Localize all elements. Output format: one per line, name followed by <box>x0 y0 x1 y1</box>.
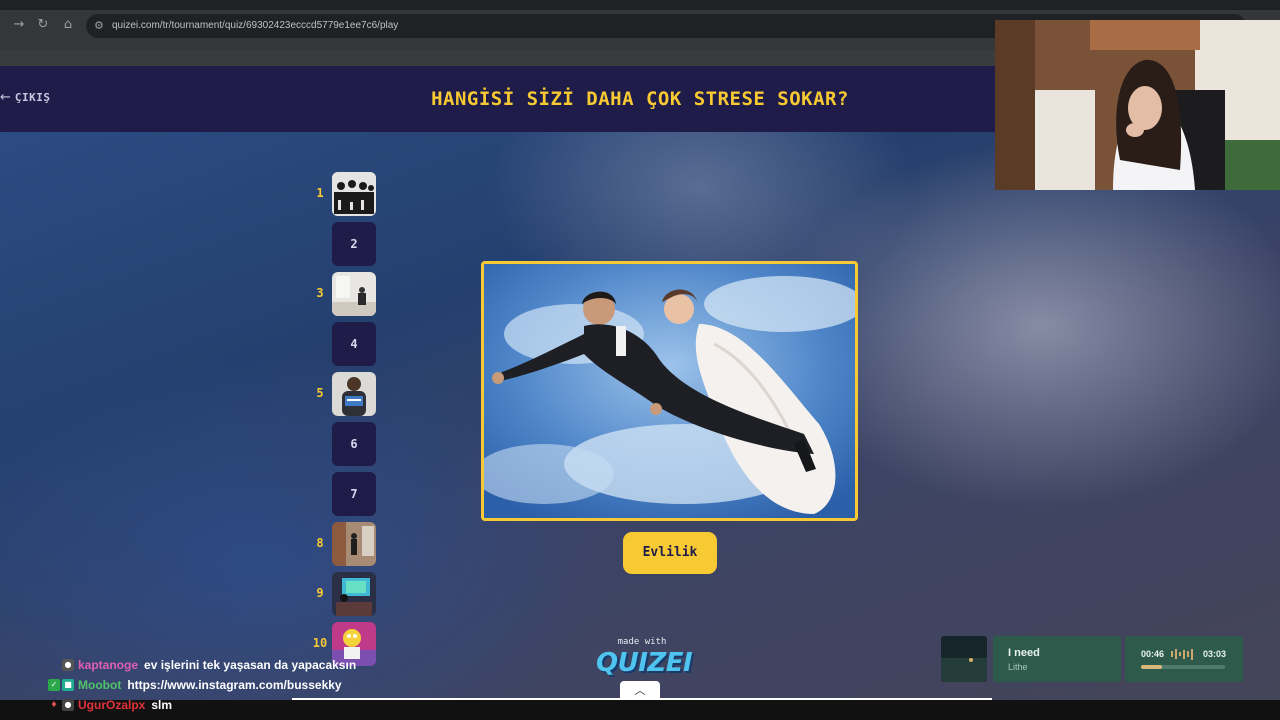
bracket-item-1[interactable]: 1 <box>310 172 380 216</box>
total-duration: 03:03 <box>1203 649 1227 659</box>
bracket-item-5[interactable]: 5 <box>310 372 380 416</box>
chat-message: ● kaptanoge ev işlerini tek yaşasan da y… <box>40 655 400 675</box>
wedding-photo-image <box>484 264 855 518</box>
bracket-number: 3 <box>316 286 324 300</box>
track-title: I need <box>1008 647 1040 659</box>
bracket-thumbnail <box>332 372 376 416</box>
kitchen-thumbnail-image <box>332 522 376 566</box>
stream-chat: ● kaptanoge ev işlerini tek yaşasan da y… <box>40 655 400 715</box>
forward-icon[interactable]: → <box>10 16 28 34</box>
user-badge-icon: ● <box>62 699 74 711</box>
bracket-number: 8 <box>316 536 324 550</box>
home-icon[interactable]: ⌂ <box>59 16 77 34</box>
album-art-image <box>941 636 987 682</box>
bracket-slot-label: 7 <box>350 487 358 501</box>
bracket-number: 10 <box>312 636 328 650</box>
bracket-slot-label: 6 <box>350 437 358 451</box>
pin-badge-icon: ♦ <box>50 700 58 709</box>
streamer-webcam-image <box>995 20 1280 190</box>
album-art <box>941 636 987 682</box>
bracket-item-2[interactable]: 2 <box>310 222 380 266</box>
bracket-slot-label: 4 <box>350 337 358 351</box>
made-with-label: made with <box>617 637 667 647</box>
chat-message: ✓ ■ Moobot https://www.instagram.com/bus… <box>40 675 400 695</box>
exit-link[interactable]: ← ÇIKIŞ <box>0 90 51 106</box>
arrow-left-icon: ← <box>0 90 11 105</box>
bot-badge-icon: ■ <box>62 679 74 691</box>
chat-username[interactable]: Moobot <box>78 678 121 692</box>
bracket-thumbnail <box>332 172 376 216</box>
chat-username[interactable]: kaptanoge <box>78 658 138 672</box>
choice-image-card[interactable] <box>481 261 858 521</box>
bracket-thumbnail: 2 <box>332 222 376 266</box>
site-info-icon[interactable]: ⚙ <box>94 18 104 34</box>
bracket-thumbnail <box>332 572 376 616</box>
room-thumbnail-image <box>332 272 376 316</box>
playback-progress-fill <box>1141 665 1162 669</box>
reload-icon[interactable]: ↻ <box>34 16 52 34</box>
webcam-overlay <box>995 20 1280 190</box>
chat-text: ev işlerini tek yaşasan da yapacaksın <box>144 658 357 672</box>
bracket-item-6[interactable]: 6 <box>310 422 380 466</box>
choice-button[interactable]: Evlilik <box>623 532 717 574</box>
bracket-thumbnail: 7 <box>332 472 376 516</box>
bracket-thumbnail <box>332 522 376 566</box>
bracket-number: 5 <box>316 386 324 400</box>
browser-tab-strip <box>0 0 1280 10</box>
playback-progress-bar <box>1141 665 1225 669</box>
bracket-item-4[interactable]: 4 <box>310 322 380 366</box>
bracket-thumbnail: 6 <box>332 422 376 466</box>
bracket-item-7[interactable]: 7 <box>310 472 380 516</box>
url-text: quizei.com/tr/tournament/quiz/69302423ec… <box>112 20 399 31</box>
elapsed-time: 00:46 <box>1141 649 1165 659</box>
bracket-thumbnail: 4 <box>332 322 376 366</box>
bracket-number: 1 <box>316 186 324 200</box>
chat-text: slm <box>151 698 173 712</box>
bracket-number: 9 <box>316 586 324 600</box>
silhouettes-thumbnail-image <box>332 172 376 216</box>
bracket-item-3[interactable]: 3 <box>310 272 380 316</box>
quizei-logo[interactable]: QUIZEI <box>596 648 693 678</box>
now-playing-info: I need Lithe <box>993 636 1121 682</box>
bracket-slot-label: 2 <box>350 237 358 251</box>
computer-thumbnail-image <box>332 572 376 616</box>
chat-username[interactable]: UgurOzalpx <box>78 698 145 712</box>
exit-label: ÇIKIŞ <box>14 91 51 104</box>
bracket-thumbnail <box>332 272 376 316</box>
bracket-item-9[interactable]: 9 <box>310 572 380 616</box>
user-badge-icon: ● <box>62 659 74 671</box>
man-sign-thumbnail-image <box>332 372 376 416</box>
playback-widget: 00:46 03:03 <box>1125 636 1243 682</box>
equalizer-icon <box>1171 648 1195 660</box>
chat-text: https://www.instagram.com/bussekky <box>127 678 342 692</box>
track-artist: Lithe <box>1008 662 1028 672</box>
page-title: HANGİSİ SİZİ DAHA ÇOK STRESE SOKAR? <box>431 88 849 110</box>
chat-message: ♦ ● UgurOzalpx slm <box>40 695 400 715</box>
bracket-item-8[interactable]: 8 <box>310 522 380 566</box>
checkmark-badge-icon: ✓ <box>48 679 60 691</box>
